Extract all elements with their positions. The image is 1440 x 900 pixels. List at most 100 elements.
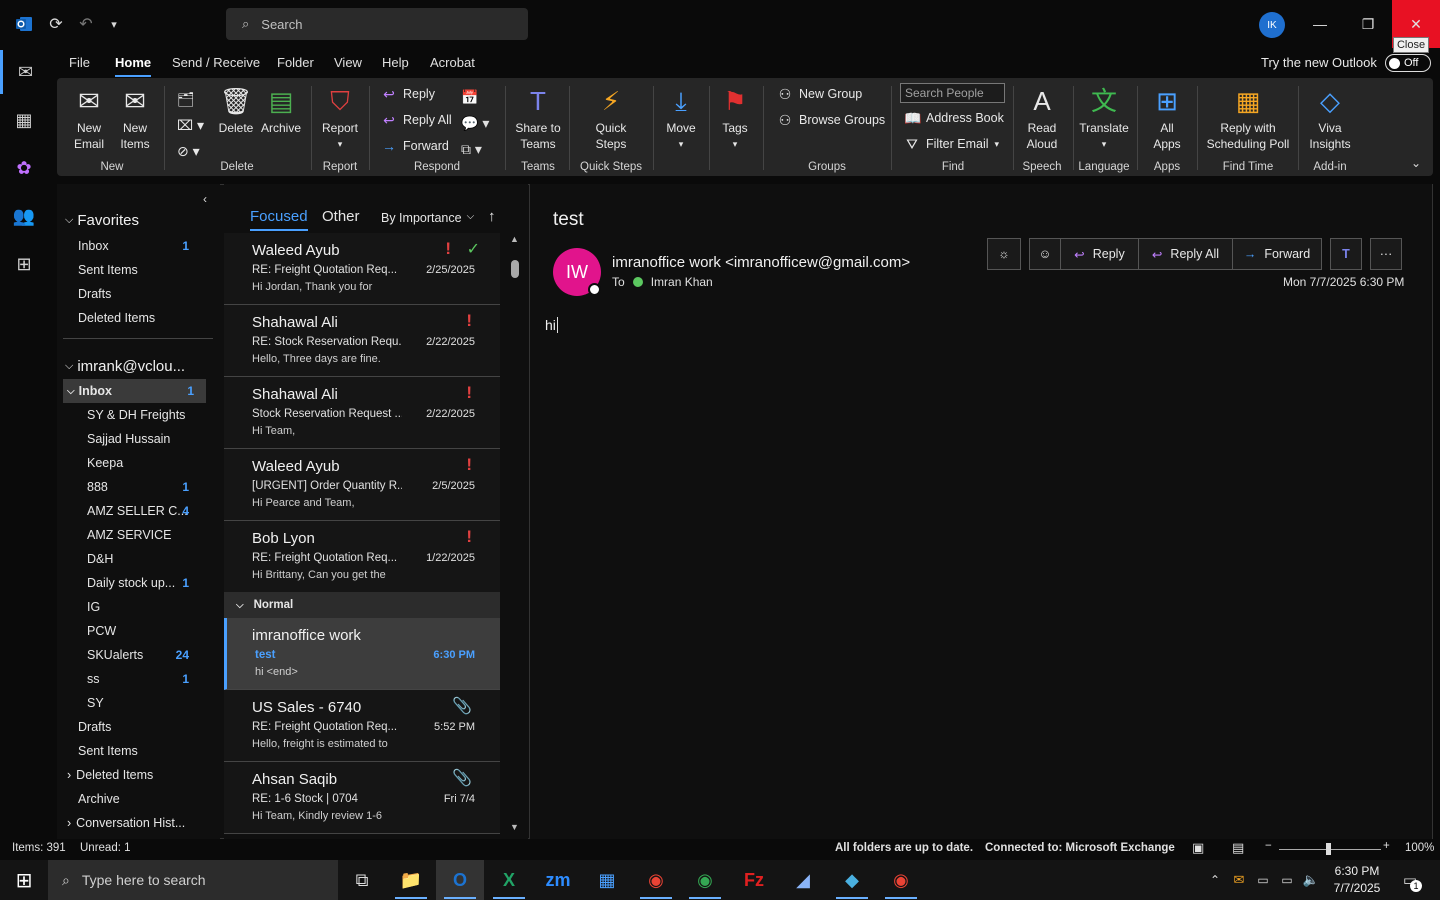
meeting-reply-icon[interactable]: 📅 xyxy=(461,84,489,110)
network-icon[interactable]: ▭ xyxy=(1275,860,1299,900)
respond-more-icons[interactable]: 📅 💬 ▾ ⧉ ▾ xyxy=(461,84,489,162)
notes-app-icon[interactable]: ◢ xyxy=(779,860,827,900)
reading-reply-all-button[interactable]: ↩ Reply All xyxy=(1138,238,1232,270)
tab-send-receive[interactable]: Send / Receive xyxy=(172,55,260,77)
scroll-thumb[interactable] xyxy=(511,260,519,278)
sync-icon[interactable]: ⟳ xyxy=(44,12,68,36)
tab-view[interactable]: View xyxy=(334,55,362,77)
translate-button[interactable]: 文 Translate ▾ xyxy=(1077,84,1131,152)
subfolder-item[interactable]: AMZ SERVICE xyxy=(57,523,220,547)
minimize-button[interactable]: — xyxy=(1296,0,1344,48)
sort-direction-icon[interactable]: ↑ xyxy=(488,208,496,225)
move-button[interactable]: ⤓ Move ▾ xyxy=(661,84,701,152)
delete-button[interactable]: 🗑 Delete xyxy=(217,84,255,136)
collapse-pane-icon[interactable]: ‹ xyxy=(203,192,207,206)
junk-icon[interactable]: ⊘ ▾ xyxy=(177,138,204,164)
message-row[interactable]: Shahawal Ali Stock Reservation Request ..… xyxy=(224,377,500,449)
scroll-down-icon[interactable]: ▼ xyxy=(510,822,519,832)
calculator-icon[interactable]: ▦ xyxy=(583,860,631,900)
subfolder-item[interactable]: Daily stock up... 1 xyxy=(57,571,220,595)
people-icon[interactable]: 👥 xyxy=(0,194,48,238)
im-reply-icon[interactable]: 💬 ▾ xyxy=(461,110,489,136)
subfolder-item[interactable]: AMZ SELLER C... 4 xyxy=(57,499,220,523)
reply-button[interactable]: ↩ Reply xyxy=(381,83,435,105)
subfolder-item[interactable]: ss 1 xyxy=(57,667,220,691)
subfolder-item[interactable]: SKUalerts 24 xyxy=(57,643,220,667)
account-avatar[interactable]: IK xyxy=(1259,12,1285,38)
message-row[interactable]: Waleed Ayub RE: Freight Quotation Req... H… xyxy=(224,233,500,305)
reading-view-icon[interactable]: ▤ xyxy=(1232,840,1244,856)
ribbon-collapse-icon[interactable]: ⌄ xyxy=(1411,156,1421,170)
copilot-icon[interactable]: ✿ xyxy=(0,146,48,190)
normal-group-header[interactable]: ⌵ Normal xyxy=(224,592,500,618)
remote-app-icon[interactable]: ◆ xyxy=(828,860,876,900)
message-row[interactable]: Shahawal Ali RE: Stock Reservation Requ..… xyxy=(224,305,500,377)
read-aloud-button[interactable]: A Read Aloud xyxy=(1021,84,1063,152)
archive-button[interactable]: ▤ Archive xyxy=(259,84,303,136)
completed-check-icon[interactable]: ✓ xyxy=(467,239,480,259)
subfolder-item[interactable]: IG xyxy=(57,595,220,619)
cleanup-icon[interactable]: ⌧ ▾ xyxy=(177,112,204,138)
tray-mail-icon[interactable]: ✉ xyxy=(1227,860,1251,900)
favorite-inbox[interactable]: Inbox 1 xyxy=(57,234,220,258)
all-apps-button[interactable]: ⊞ All Apps xyxy=(1147,84,1187,152)
folder-item[interactable]: Archive xyxy=(57,787,220,811)
account-header[interactable]: ⌵ imrank@vclou... xyxy=(57,354,220,378)
sort-dropdown[interactable]: By Importance ⌵ xyxy=(381,211,474,225)
taskbar-search[interactable]: ⌕ Type here to search xyxy=(48,860,338,900)
delete-small-icons[interactable]: 🗂 ⌧ ▾ ⊘ ▾ xyxy=(177,86,204,164)
favorite-drafts[interactable]: Drafts xyxy=(57,282,220,306)
new-outlook-toggle[interactable]: Off xyxy=(1385,54,1431,72)
folder-item[interactable]: › Conversation Hist... xyxy=(57,811,220,835)
calendar-icon[interactable]: ▦ xyxy=(0,98,48,142)
task-view-icon[interactable]: ⧉ xyxy=(338,860,386,900)
folder-item[interactable]: Drafts xyxy=(57,715,220,739)
message-row[interactable]: Ahsan Saqib RE: 1-6 Stock | 0704 Hi Team, … xyxy=(224,762,500,834)
tab-other[interactable]: Other xyxy=(322,208,360,225)
quick-steps-button[interactable]: ⚡ Quick Steps xyxy=(585,84,637,152)
filezilla-icon[interactable]: Fz xyxy=(730,860,778,900)
message-row[interactable]: imranoffice work test hi <end> 6:30 PM xyxy=(224,618,500,690)
zoom-in-icon[interactable]: + xyxy=(1383,840,1390,852)
favorite-sent-items[interactable]: Sent Items xyxy=(57,258,220,282)
tab-acrobat[interactable]: Acrobat xyxy=(430,55,475,77)
reading-reply-button[interactable]: ↩ Reply xyxy=(1060,238,1138,270)
normal-view-icon[interactable]: ▣ xyxy=(1192,840,1204,856)
zoom-level[interactable]: 100% xyxy=(1405,842,1434,854)
viva-insights-button[interactable]: ◇ Viva Insights xyxy=(1307,84,1353,152)
subfolder-item[interactable]: 888 1 xyxy=(57,475,220,499)
folder-item[interactable]: Sent Items xyxy=(57,739,220,763)
tab-folder[interactable]: Folder xyxy=(277,55,314,77)
chrome-second-icon[interactable]: ◉ xyxy=(877,860,925,900)
reaction-button[interactable]: ☺ xyxy=(1029,238,1060,270)
ignore-icon[interactable]: 🗂 xyxy=(177,86,204,112)
folder-inbox[interactable]: ⌵ Inbox 1 xyxy=(63,379,206,403)
subfolder-item[interactable]: Keepa xyxy=(57,451,220,475)
outlook-taskbar-icon[interactable]: O xyxy=(436,860,484,900)
recipient-name[interactable]: Imran Khan xyxy=(651,275,713,289)
apps-icon[interactable]: ⊞ xyxy=(0,242,48,286)
search-people-input[interactable]: Search People xyxy=(900,83,1005,103)
more-respond-icon[interactable]: ⧉ ▾ xyxy=(461,136,489,162)
tray-overflow-icon[interactable]: ⌃ xyxy=(1203,860,1227,900)
reply-all-button[interactable]: ↩ Reply All xyxy=(381,109,452,131)
tray-clock[interactable]: 6:30 PM 7/7/2025 xyxy=(1326,863,1388,897)
immersive-reader-button[interactable]: ☼ xyxy=(987,238,1021,270)
chrome-icon[interactable]: ◉ xyxy=(632,860,680,900)
share-to-teams-button[interactable]: T Share to Teams xyxy=(513,84,563,152)
reading-forward-button[interactable]: → Forward xyxy=(1232,238,1322,270)
forward-button[interactable]: → Forward xyxy=(381,135,449,157)
tray-app-icon[interactable]: ▭ xyxy=(1251,860,1275,900)
favorite-deleted-items[interactable]: Deleted Items xyxy=(57,306,220,330)
zoom-app-icon[interactable]: zm xyxy=(534,860,582,900)
tags-button[interactable]: ⚑ Tags ▾ xyxy=(717,84,753,152)
excel-icon[interactable]: X xyxy=(485,860,533,900)
chrome-profile-icon[interactable]: ◉ xyxy=(681,860,729,900)
new-items-button[interactable]: ✉ New Items xyxy=(115,84,155,152)
subfolder-item[interactable]: SY xyxy=(57,691,220,715)
restore-button[interactable]: ❐ xyxy=(1344,0,1392,48)
tab-home[interactable]: Home xyxy=(115,55,152,77)
zoom-slider-thumb[interactable] xyxy=(1326,843,1331,855)
report-button[interactable]: ⛉ Report ▾ xyxy=(319,84,361,152)
more-actions-button[interactable]: ··· xyxy=(1370,238,1402,270)
